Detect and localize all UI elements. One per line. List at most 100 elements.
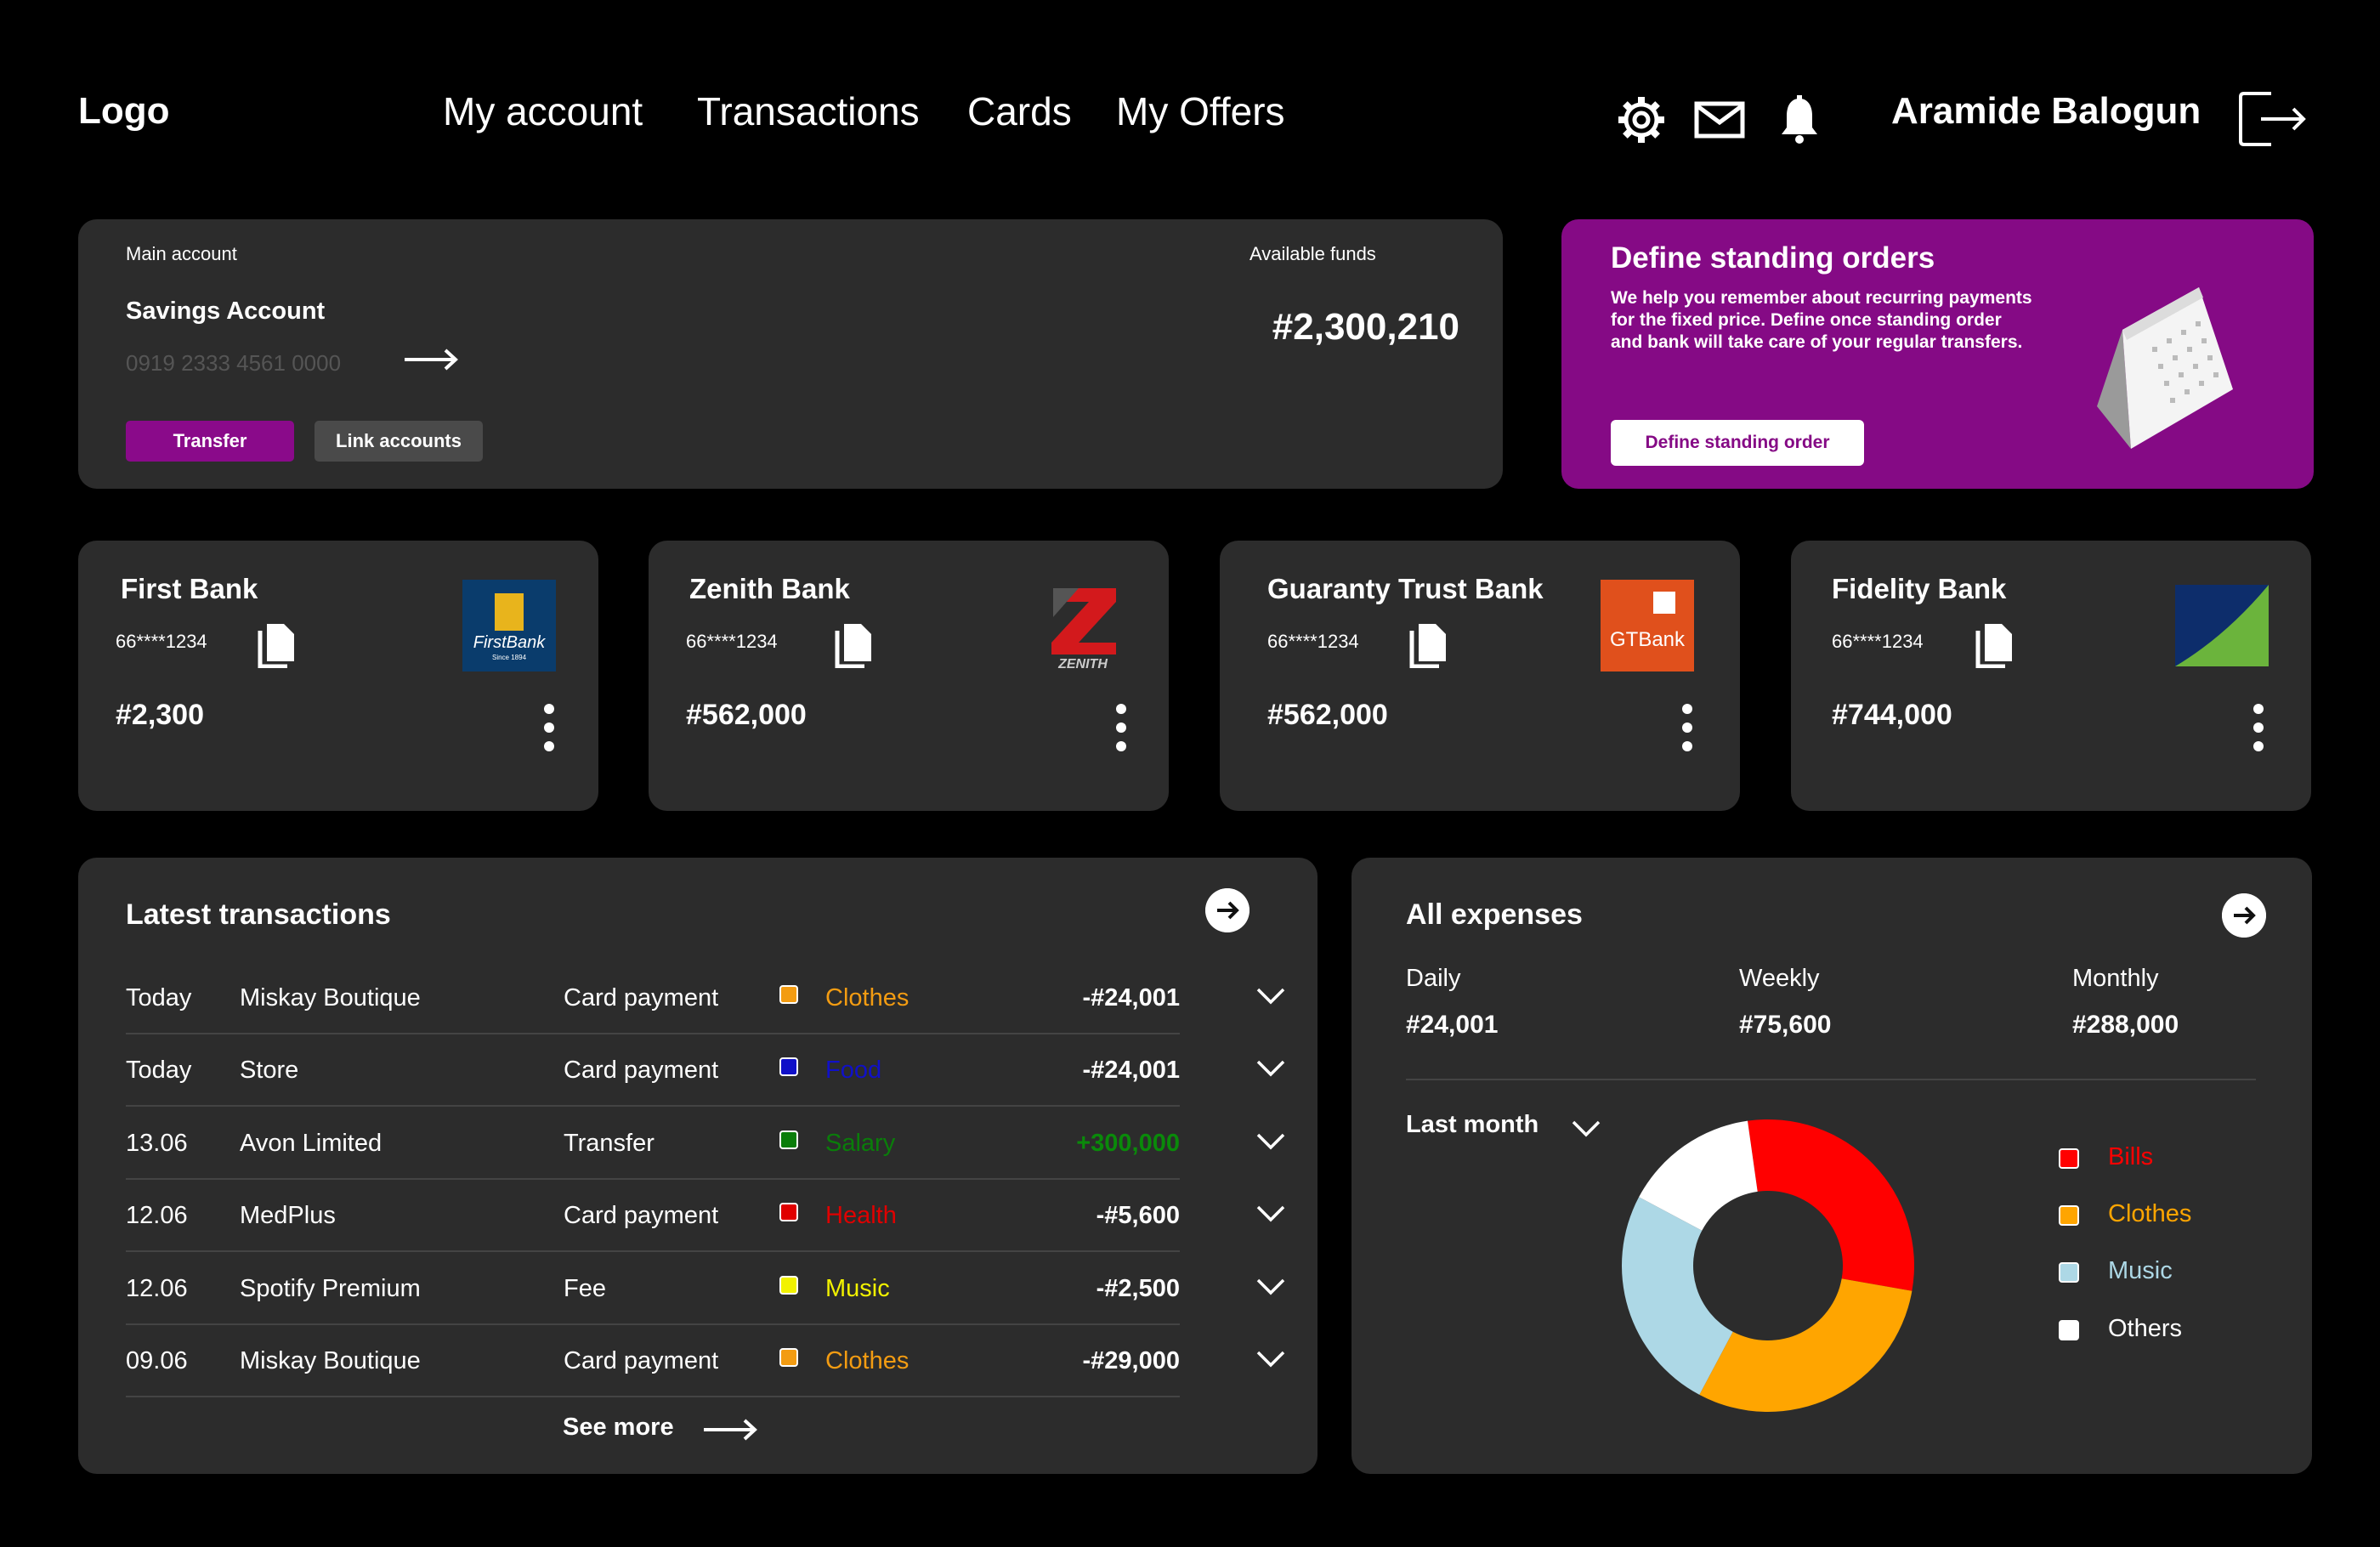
main-account-card: Main account Savings Account 0919 2333 4… bbox=[78, 219, 1503, 489]
more-options-icon[interactable] bbox=[2250, 702, 2267, 753]
define-standing-order-button[interactable]: Define standing order bbox=[1611, 420, 1864, 466]
copy-icon[interactable] bbox=[832, 619, 876, 668]
transaction-category: Music bbox=[825, 1274, 890, 1302]
svg-text:GTBank: GTBank bbox=[1610, 628, 1686, 651]
transaction-type: Transfer bbox=[564, 1129, 654, 1157]
bank-name: First Bank bbox=[121, 573, 258, 604]
bank-name: Zenith Bank bbox=[689, 573, 850, 604]
transaction-date: 12.06 bbox=[126, 1202, 188, 1230]
transaction-date: Today bbox=[126, 984, 192, 1012]
main-account-label: Main account bbox=[126, 243, 237, 264]
transactions-arrow-icon[interactable] bbox=[1205, 888, 1250, 932]
divider bbox=[1406, 1079, 2256, 1080]
period-select[interactable]: Last month bbox=[1406, 1111, 1538, 1139]
settings-gear-icon[interactable] bbox=[1615, 94, 1668, 146]
transaction-row[interactable]: 13.06 Avon Limited Transfer Salary +300,000 bbox=[126, 1107, 1285, 1180]
chevron-down-icon[interactable] bbox=[1256, 1276, 1285, 1298]
more-options-icon[interactable] bbox=[1679, 702, 1696, 753]
bank-account-number: 66****1234 bbox=[1267, 631, 1359, 652]
transaction-amount: -#24,001 bbox=[1082, 1057, 1181, 1085]
calendar-icon bbox=[2097, 287, 2233, 449]
transaction-merchant: Store bbox=[240, 1057, 299, 1085]
daily-value: #24,001 bbox=[1406, 1011, 1499, 1039]
transaction-amount: -#2,500 bbox=[1096, 1274, 1180, 1302]
svg-text:Since 1894: Since 1894 bbox=[492, 654, 527, 661]
arrow-right-icon[interactable] bbox=[403, 347, 459, 372]
row-divider bbox=[126, 1396, 1180, 1397]
transaction-row[interactable]: 12.06 MedPlus Card payment Health -#5,600 bbox=[126, 1179, 1285, 1253]
daily-label: Daily bbox=[1406, 965, 1461, 992]
bank-balance: #2,300 bbox=[116, 699, 204, 731]
transaction-amount: -#5,600 bbox=[1096, 1202, 1180, 1230]
nav-my-account[interactable]: My account bbox=[443, 88, 643, 134]
transaction-date: 09.06 bbox=[126, 1347, 188, 1374]
more-options-icon[interactable] bbox=[1113, 702, 1130, 753]
transaction-row[interactable]: Today Miskay Boutique Card payment Clothes -… bbox=[126, 961, 1285, 1034]
transaction-date: 12.06 bbox=[126, 1274, 188, 1302]
all-expenses-panel: All expenses Daily #24,001 Weekly #75,60… bbox=[1352, 858, 2312, 1474]
legend-swatch-others bbox=[2059, 1320, 2079, 1340]
weekly-value: #75,600 bbox=[1739, 1011, 1832, 1039]
legend-label-bills: Bills bbox=[2108, 1143, 2154, 1170]
all-expenses-title: All expenses bbox=[1406, 898, 1583, 931]
bank-name: Guaranty Trust Bank bbox=[1267, 573, 1544, 604]
copy-icon[interactable] bbox=[1973, 619, 2017, 668]
transaction-category: Health bbox=[825, 1202, 897, 1230]
category-color-swatch bbox=[779, 1130, 798, 1149]
transaction-row[interactable]: 09.06 Miskay Boutique Card payment Clothes -… bbox=[126, 1324, 1285, 1397]
chevron-down-icon[interactable] bbox=[1256, 985, 1285, 1007]
svg-text:FirstBank: FirstBank bbox=[473, 633, 546, 652]
nav-transactions[interactable]: Transactions bbox=[697, 88, 920, 134]
nav-my-offers[interactable]: My Offers bbox=[1116, 88, 1285, 134]
zenith-bank-logo: ZENITH bbox=[1051, 588, 1116, 672]
chevron-down-icon[interactable] bbox=[1256, 1057, 1285, 1080]
bank-account-number: 66****1234 bbox=[116, 631, 207, 652]
bank-card-guaranty-trust-bank[interactable]: Guaranty Trust Bank 66****1234 #562,000 … bbox=[1220, 541, 1740, 811]
legend-swatch-clothes bbox=[2059, 1205, 2079, 1226]
transaction-merchant: Spotify Premium bbox=[240, 1274, 421, 1302]
logo[interactable]: Logo bbox=[78, 90, 170, 133]
bank-card-first-bank[interactable]: First Bank 66****1234 #2,300 FirstBank S… bbox=[78, 541, 598, 811]
see-more-link[interactable]: See more bbox=[563, 1414, 674, 1442]
legend-swatch-music bbox=[2059, 1262, 2079, 1283]
latest-transactions-panel: Latest transactions Today Miskay Boutique… bbox=[78, 858, 1318, 1474]
bell-icon[interactable] bbox=[1773, 94, 1826, 146]
mail-icon[interactable] bbox=[1693, 94, 1746, 146]
bank-card-fidelity-bank[interactable]: Fidelity Bank 66****1234 #744,000 bbox=[1791, 541, 2311, 811]
transaction-row[interactable]: Today Store Card payment Food -#24,001 bbox=[126, 1034, 1285, 1108]
nav-cards[interactable]: Cards bbox=[967, 88, 1072, 134]
category-color-swatch bbox=[779, 1275, 798, 1295]
chevron-down-icon[interactable] bbox=[1256, 1203, 1285, 1225]
transaction-row[interactable]: 12.06 Spotify Premium Fee Music -#2,500 bbox=[126, 1252, 1285, 1325]
latest-transactions-title: Latest transactions bbox=[126, 898, 391, 931]
bank-account-number: 66****1234 bbox=[686, 631, 778, 652]
transfer-button[interactable]: Transfer bbox=[126, 421, 294, 462]
copy-icon[interactable] bbox=[255, 619, 299, 668]
transaction-merchant: Miskay Boutique bbox=[240, 1347, 421, 1374]
legend-label-others: Others bbox=[2108, 1315, 2183, 1342]
legend-swatch-bills bbox=[2059, 1148, 2079, 1169]
transaction-category: Salary bbox=[825, 1129, 896, 1157]
link-accounts-button[interactable]: Link accounts bbox=[314, 421, 483, 462]
svg-text:ZENITH: ZENITH bbox=[1057, 657, 1108, 672]
first-bank-logo: FirstBank Since 1894 bbox=[462, 580, 556, 672]
bank-card-zenith-bank[interactable]: Zenith Bank 66****1234 #562,000 ZENITH bbox=[649, 541, 1169, 811]
bank-name: Fidelity Bank bbox=[1832, 573, 2007, 604]
chevron-down-icon[interactable] bbox=[1256, 1348, 1285, 1370]
logout-icon[interactable] bbox=[2237, 90, 2309, 148]
transaction-date: 13.06 bbox=[126, 1129, 188, 1157]
chevron-down-icon[interactable] bbox=[1571, 1118, 1601, 1140]
transaction-type: Card payment bbox=[564, 1347, 719, 1374]
legend-label-music: Music bbox=[2108, 1257, 2173, 1284]
available-funds-label: Available funds bbox=[1250, 243, 1376, 264]
copy-icon[interactable] bbox=[1407, 619, 1451, 668]
more-options-icon[interactable] bbox=[541, 702, 558, 753]
bank-balance: #744,000 bbox=[1832, 699, 1952, 731]
see-more-arrow-icon[interactable] bbox=[702, 1417, 758, 1442]
monthly-label: Monthly bbox=[2072, 965, 2159, 992]
expenses-arrow-icon[interactable] bbox=[2222, 893, 2266, 938]
donut-slice-clothes bbox=[1699, 1278, 1912, 1412]
transaction-merchant: Avon Limited bbox=[240, 1129, 382, 1157]
chevron-down-icon[interactable] bbox=[1256, 1130, 1285, 1153]
user-name[interactable]: Aramide Balogun bbox=[1891, 90, 2201, 133]
